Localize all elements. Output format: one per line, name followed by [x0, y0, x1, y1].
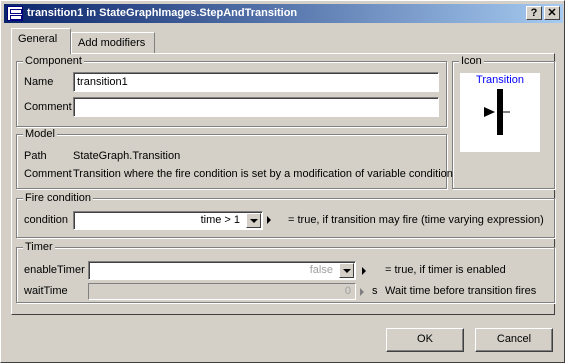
enable-timer-label: enableTimer: [24, 264, 85, 276]
window-title: transition1 in StateGraphImages.StepAndT…: [27, 7, 298, 19]
path-value: StateGraph.Transition: [73, 150, 181, 162]
enable-timer-combobox[interactable]: false: [88, 261, 356, 280]
wait-time-field[interactable]: 0: [88, 283, 356, 300]
transition-icon: [484, 89, 510, 135]
component-group: Component: [16, 55, 447, 127]
condition-description: = true, if transition may fire (time var…: [288, 214, 544, 226]
enable-timer-value: false: [309, 264, 333, 276]
dialog-window: transition1 in StateGraphImages.StepAndT…: [0, 0, 565, 363]
tab-general[interactable]: General: [11, 28, 71, 54]
tab-add-modifiers[interactable]: Add modifiers: [71, 32, 155, 54]
cancel-button[interactable]: Cancel: [475, 328, 553, 352]
wait-time-label: waitTime: [24, 285, 68, 297]
name-label: Name: [24, 76, 54, 88]
icon-legend: Icon: [459, 55, 484, 67]
name-input[interactable]: [73, 72, 439, 92]
condition-label: condition: [24, 214, 69, 226]
title-bar[interactable]: transition1 in StateGraphImages.StepAndT…: [4, 4, 563, 23]
model-comment-label: Comment: [24, 168, 72, 180]
comment-input[interactable]: [73, 97, 439, 117]
wait-time-menu-arrow-icon[interactable]: [360, 288, 364, 296]
component-comment-label: Comment: [24, 101, 72, 113]
enable-timer-dropdown-icon[interactable]: [339, 263, 354, 278]
enable-timer-menu-arrow-icon[interactable]: [362, 267, 366, 275]
fire-condition-legend: Fire condition: [23, 192, 94, 204]
wait-time-value: 0: [344, 285, 351, 297]
timer-legend: Timer: [23, 241, 55, 253]
modelica-app-icon: [7, 6, 23, 21]
close-button[interactable]: ✕: [544, 6, 560, 20]
condition-menu-arrow-icon[interactable]: [267, 216, 271, 224]
wait-time-description: Wait time before transition fires: [385, 285, 537, 297]
transition-icon-preview: Transition: [460, 73, 540, 152]
condition-dropdown-icon[interactable]: [246, 213, 261, 228]
model-legend: Model: [23, 128, 57, 140]
wait-time-unit: s: [372, 285, 378, 297]
model-comment-value: Transition where the fire condition is s…: [73, 168, 453, 180]
enable-timer-description: = true, if timer is enabled: [385, 264, 506, 276]
path-label: Path: [24, 150, 47, 162]
help-button[interactable]: ?: [526, 6, 542, 20]
ok-button[interactable]: OK: [386, 328, 464, 352]
component-legend: Component: [23, 55, 84, 67]
condition-value: time > 1: [200, 214, 240, 226]
condition-combobox[interactable]: time > 1: [73, 211, 263, 230]
